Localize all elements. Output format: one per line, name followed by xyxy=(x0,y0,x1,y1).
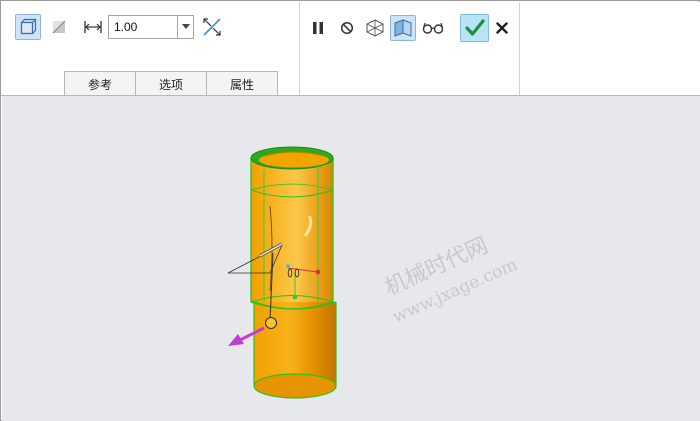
cancel-x-icon xyxy=(496,22,508,34)
window-frame: 1.00 参考 选项 属性 机械时代网 www.jxage.com xyxy=(0,0,700,421)
cylinder-upper-shell[interactable] xyxy=(250,146,334,310)
solid-icon xyxy=(20,18,37,35)
dashboard-ribbon: 1.00 参考 选项 属性 xyxy=(2,2,700,97)
cancel-button[interactable] xyxy=(491,16,513,40)
solid-button[interactable] xyxy=(15,14,41,40)
verify-preview-button[interactable] xyxy=(390,15,416,41)
surface-icon xyxy=(52,20,66,34)
graphics-viewport[interactable]: 机械时代网 www.jxage.com xyxy=(2,96,700,421)
no-preview-icon xyxy=(340,21,354,35)
ok-button[interactable] xyxy=(460,14,489,42)
flip-direction-button[interactable] xyxy=(199,14,225,40)
mesh-preview-button[interactable] xyxy=(362,15,388,41)
thickness-value: 1.00 xyxy=(114,20,138,34)
surface-button[interactable] xyxy=(46,14,72,40)
cylinder-lower[interactable] xyxy=(253,301,337,399)
no-preview-button[interactable] xyxy=(335,16,359,40)
ok-check-icon xyxy=(464,19,485,36)
thickness-dropdown[interactable] xyxy=(177,16,193,38)
glasses-icon xyxy=(422,22,444,34)
mesh-preview-icon xyxy=(366,19,384,37)
group-separator xyxy=(519,2,520,96)
chevron-down-icon xyxy=(181,24,190,29)
dimension-icon xyxy=(83,17,103,41)
thickness-input[interactable]: 1.00 xyxy=(108,15,194,39)
tab-properties[interactable]: 属性 xyxy=(206,71,278,97)
dashboard-tabs: 参考 选项 属性 xyxy=(64,71,278,97)
pause-button[interactable] xyxy=(306,16,330,40)
group-separator xyxy=(299,2,300,96)
pause-icon xyxy=(313,22,323,34)
tab-options[interactable]: 选项 xyxy=(135,71,207,97)
flip-direction-icon xyxy=(203,18,221,36)
verify-preview-icon xyxy=(394,19,412,37)
watermark: 机械时代网 www.jxage.com xyxy=(381,233,520,327)
glasses-button[interactable] xyxy=(419,15,447,41)
tab-references[interactable]: 参考 xyxy=(64,71,136,97)
